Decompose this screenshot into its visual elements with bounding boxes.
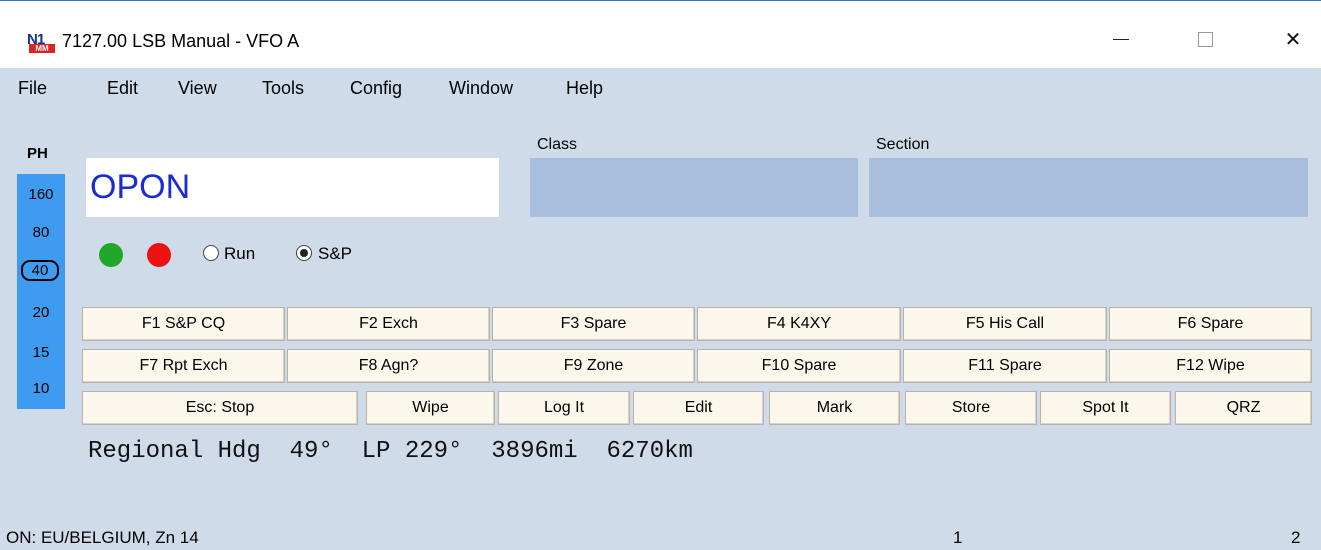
band-20[interactable]: 20 xyxy=(17,304,65,321)
store-button[interactable]: Store xyxy=(905,391,1037,425)
f11-button[interactable]: F11 Spare xyxy=(903,349,1107,383)
mode-label: PH xyxy=(27,145,48,162)
spot-it-button[interactable]: Spot It xyxy=(1040,391,1171,425)
app-logo-subtext: MM xyxy=(29,44,55,53)
app-logo-icon[interactable]: N1 MM xyxy=(27,31,57,55)
band-10[interactable]: 10 xyxy=(17,380,65,397)
menu-bar: File Edit View Tools Config Window Help xyxy=(0,68,1321,108)
green-status-indicator xyxy=(99,243,123,267)
run-radio-label[interactable]: Run xyxy=(224,244,255,264)
run-radio[interactable] xyxy=(203,245,219,261)
f4-button[interactable]: F4 K4XY xyxy=(697,307,901,341)
menu-help[interactable]: Help xyxy=(566,78,603,99)
menu-window[interactable]: Window xyxy=(449,78,513,99)
callsign-input[interactable] xyxy=(86,158,499,217)
band-160[interactable]: 160 xyxy=(17,186,65,203)
status-country: ON: EU/BELGIUM, Zn 14 xyxy=(6,528,199,547)
mark-button[interactable]: Mark xyxy=(769,391,900,425)
f12-button[interactable]: F12 Wipe xyxy=(1109,349,1312,383)
bearing-info: Regional Hdg 49° LP 229° 3896mi 6270km xyxy=(88,438,693,465)
minimize-button[interactable] xyxy=(1098,19,1144,59)
band-strip: 160 80 40 20 15 10 xyxy=(17,174,65,409)
status-panel-2: 2 xyxy=(1291,528,1301,547)
f8-button[interactable]: F8 Agn? xyxy=(287,349,490,383)
f7-button[interactable]: F7 Rpt Exch xyxy=(82,349,285,383)
status-panel-1: 1 xyxy=(953,528,963,547)
band-80[interactable]: 80 xyxy=(17,224,65,241)
close-button[interactable]: ✕ xyxy=(1270,19,1316,59)
sp-radio-label[interactable]: S&P xyxy=(318,244,352,264)
f6-button[interactable]: F6 Spare xyxy=(1109,307,1312,341)
red-status-indicator xyxy=(147,243,171,267)
esc-stop-button[interactable]: Esc: Stop xyxy=(82,391,358,425)
f2-button[interactable]: F2 Exch xyxy=(287,307,490,341)
f5-button[interactable]: F5 His Call xyxy=(903,307,1107,341)
menu-file[interactable]: File xyxy=(18,78,47,99)
menu-edit[interactable]: Edit xyxy=(107,78,138,99)
title-bar: N1 MM 7127.00 LSB Manual - VFO A ✕ xyxy=(0,0,1321,68)
minimize-icon xyxy=(1113,38,1129,40)
class-label: Class xyxy=(537,136,578,153)
window-title: 7127.00 LSB Manual - VFO A xyxy=(62,31,300,51)
edit-button[interactable]: Edit xyxy=(633,391,764,425)
section-input[interactable] xyxy=(869,158,1308,217)
band-40-selected[interactable]: 40 xyxy=(21,260,59,281)
menu-config[interactable]: Config xyxy=(350,78,402,99)
close-icon: ✕ xyxy=(1284,28,1302,51)
f1-button[interactable]: F1 S&P CQ xyxy=(82,307,285,341)
sp-radio[interactable] xyxy=(296,245,312,261)
menu-tools[interactable]: Tools xyxy=(262,78,304,99)
menu-view[interactable]: View xyxy=(178,78,217,99)
f10-button[interactable]: F10 Spare xyxy=(697,349,901,383)
class-input[interactable] xyxy=(530,158,858,217)
maximize-button[interactable] xyxy=(1182,19,1228,59)
qrz-button[interactable]: QRZ xyxy=(1175,391,1312,425)
log-it-button[interactable]: Log It xyxy=(498,391,630,425)
section-label: Section xyxy=(876,136,930,153)
wipe-button[interactable]: Wipe xyxy=(366,391,495,425)
band-15[interactable]: 15 xyxy=(17,344,65,361)
f3-button[interactable]: F3 Spare xyxy=(492,307,695,341)
f9-button[interactable]: F9 Zone xyxy=(492,349,695,383)
maximize-icon xyxy=(1197,31,1213,47)
